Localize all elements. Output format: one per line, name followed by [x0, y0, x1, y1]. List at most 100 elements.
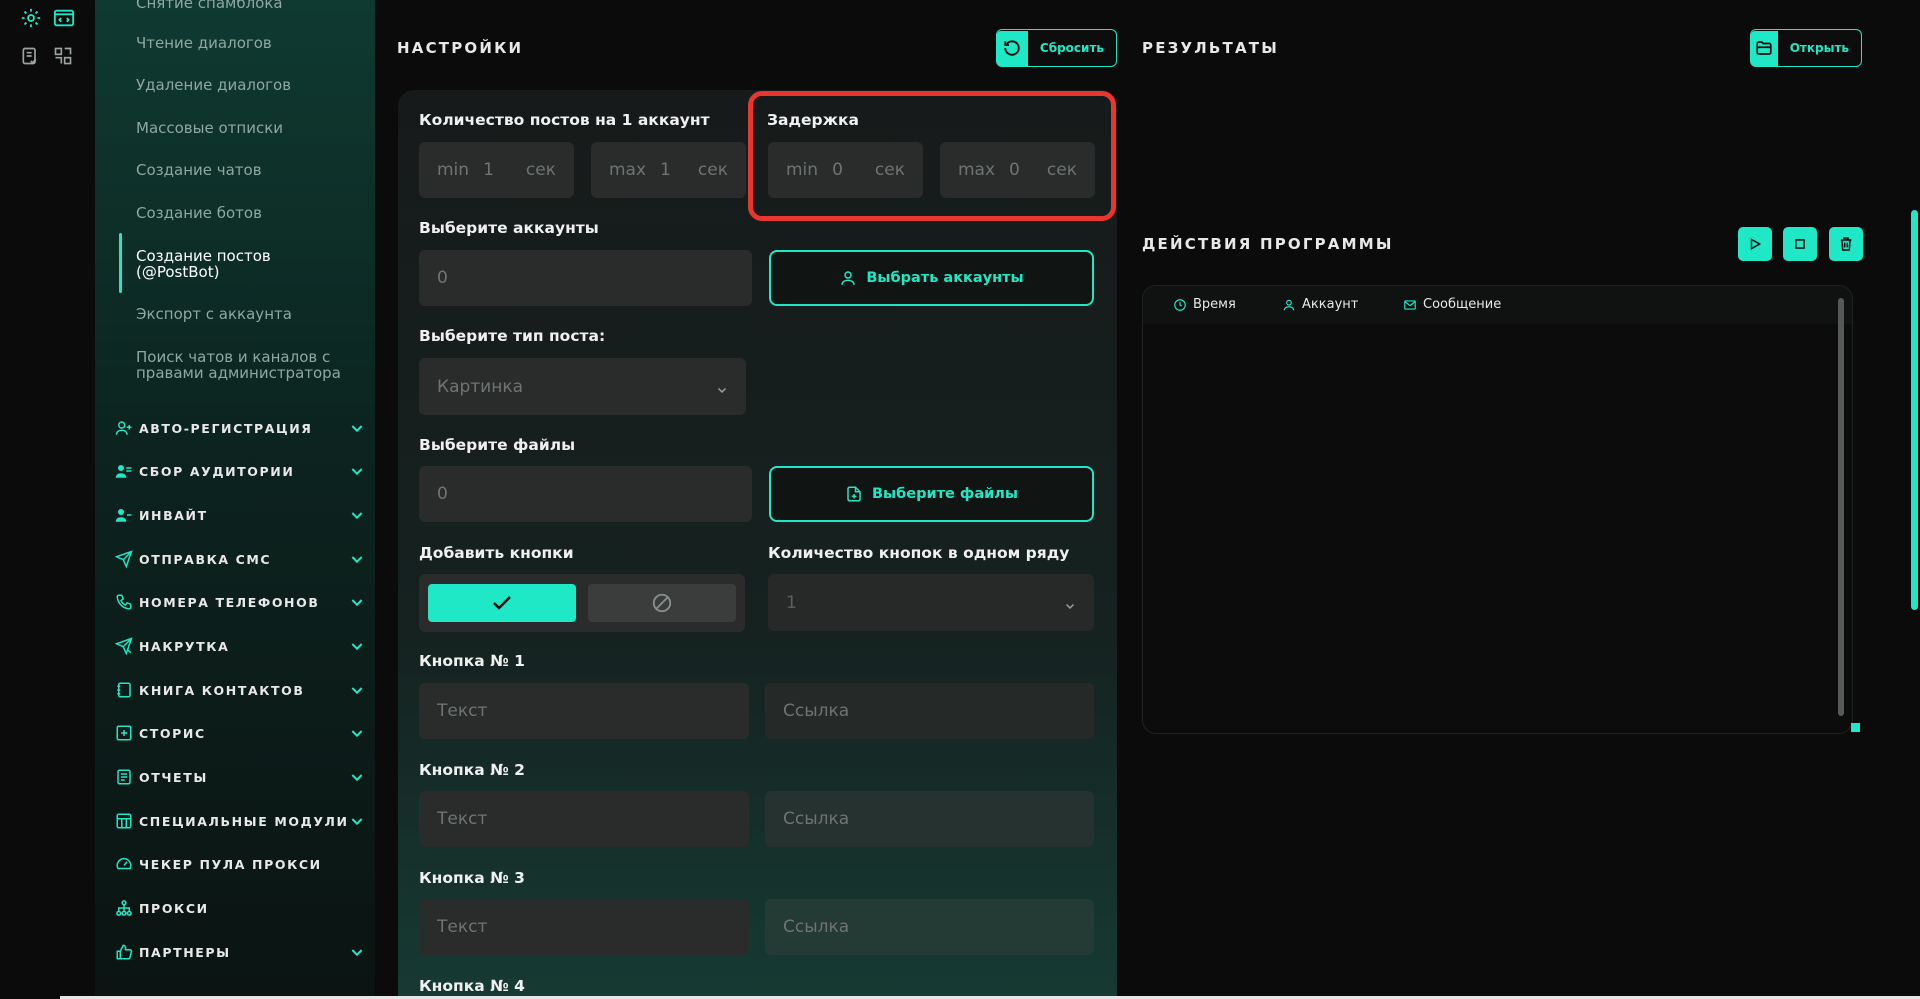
network-icon: [115, 899, 133, 917]
sidebar-category-proxy[interactable]: ПРОКСИ: [115, 897, 365, 919]
open-results-button[interactable]: Открыть: [1750, 29, 1862, 67]
select-accounts-button[interactable]: Выбрать аккаунты: [769, 250, 1094, 306]
button-4-label: Кнопка № 4: [419, 977, 525, 995]
modules-icon: [115, 812, 133, 830]
user-icon: [1283, 299, 1295, 310]
clear-log-button[interactable]: [1829, 227, 1863, 261]
sidebar-category-contacts-book[interactable]: КНИГА КОНТАКТОВ: [115, 679, 365, 701]
button-2-link-input[interactable]: Ссылка: [765, 791, 1094, 847]
sidebar-category-phone-numbers[interactable]: НОМЕРА ТЕЛЕФОНОВ: [115, 591, 365, 613]
sidebar-category-proxy-checker[interactable]: ЧЕКЕР ПУЛА ПРОКСИ: [115, 853, 365, 875]
buttons-per-row-select[interactable]: 1: [768, 574, 1094, 631]
chevron-down-icon: [1064, 597, 1076, 609]
posts-max-input[interactable]: max 1 сек: [591, 142, 746, 198]
code-window-icon[interactable]: [53, 7, 75, 29]
stop-icon: [1795, 239, 1805, 249]
delay-highlight-box: [748, 91, 1116, 221]
add-buttons-toggle: [419, 574, 745, 632]
sidebar-category-audience[interactable]: СБОР АУДИТОРИИ: [115, 460, 365, 482]
sidebar-subitem-create-posts[interactable]: Создание постов (@PostBot): [136, 248, 286, 280]
sidebar-category-stories[interactable]: СТОРИС: [115, 722, 365, 744]
clock-icon: [1174, 298, 1186, 311]
sidebar-category-invite[interactable]: ИНВАЙТ: [115, 504, 365, 526]
file-plus-icon: [847, 486, 861, 502]
button-2-text-input[interactable]: Текст: [419, 791, 749, 847]
chevron-down-icon: [349, 813, 365, 829]
post-type-select[interactable]: Картинка: [419, 358, 746, 415]
button-2-label: Кнопка № 2: [419, 761, 525, 779]
log-header: Время Аккаунт Сообщение: [1143, 286, 1852, 324]
sidebar-subitem-delete-dialogs[interactable]: Удаление диалогов: [136, 77, 366, 93]
select-files-button[interactable]: Выберите файлы: [769, 466, 1094, 522]
app-window: Снятие спамблока Чтение диалогов Удалени…: [0, 0, 1920, 999]
chevron-down-icon: [349, 638, 365, 654]
log-scrollbar[interactable]: [1838, 298, 1844, 716]
add-buttons-label: Добавить кнопки: [419, 544, 574, 562]
sidebar-subitem-create-chats[interactable]: Создание чатов: [136, 162, 366, 178]
post-type-label: Выберите тип поста:: [419, 327, 606, 345]
active-indicator: [119, 233, 122, 293]
column-message: Сообщение: [1403, 297, 1501, 312]
report-icon: [115, 768, 133, 786]
posts-per-account-label: Количество постов на 1 аккаунт: [419, 111, 710, 129]
stories-icon: [115, 724, 133, 742]
chevron-down-icon: [349, 551, 365, 567]
sidebar-category-sms[interactable]: ОТПРАВКА СМС: [114, 548, 365, 570]
chevron-down-icon: [349, 769, 365, 785]
button-1-text-input[interactable]: Текст: [419, 683, 749, 739]
accounts-count-field[interactable]: 0: [419, 250, 752, 306]
sidebar-category-boost[interactable]: НАКРУТКА: [114, 635, 365, 657]
trash-icon: [1840, 237, 1852, 251]
sidebar-category-special-modules[interactable]: СПЕЦИАЛЬНЫЕ МОДУЛИ: [115, 810, 365, 832]
button-3-text-input[interactable]: Текст: [419, 899, 749, 955]
button-1-label: Кнопка № 1: [419, 652, 525, 670]
checklist-icon[interactable]: [20, 46, 42, 68]
settings-title: НАСТРОЙКИ: [397, 39, 524, 57]
buttons-per-row-label: Количество кнопок в одном ряду: [768, 544, 1070, 562]
send-icon: [114, 550, 133, 569]
folder-open-icon: [1751, 30, 1778, 66]
sidebar-subitem-read-dialogs[interactable]: Чтение диалогов: [136, 35, 366, 51]
thumbs-up-icon: [115, 943, 133, 961]
chevron-down-icon: [349, 594, 365, 610]
contacts-book-icon: [115, 681, 133, 699]
sidebar-category-auto-registration[interactable]: АВТО-РЕГИСТРАЦИЯ: [115, 417, 365, 439]
sidebar-category-partners[interactable]: ПАРТНЕРЫ: [115, 941, 365, 963]
accounts-label: Выберите аккаунты: [419, 219, 599, 237]
user-add-icon: [115, 506, 133, 524]
grid-scan-icon[interactable]: [53, 46, 75, 68]
refresh-icon: [997, 30, 1028, 66]
chevron-down-icon: [349, 420, 365, 436]
reset-button[interactable]: Сбросить: [996, 29, 1117, 67]
sidebar-subitem-spamblock[interactable]: Снятие спамблока: [136, 0, 366, 11]
chevron-down-icon: [349, 725, 365, 741]
play-button[interactable]: [1738, 227, 1772, 261]
button-3-link-input[interactable]: Ссылка: [765, 899, 1094, 955]
column-account: Аккаунт: [1282, 297, 1358, 312]
settings-gear-icon[interactable]: [20, 7, 42, 29]
files-count-field[interactable]: 0: [419, 466, 752, 522]
gauge-icon: [115, 855, 133, 873]
toggle-yes-button[interactable]: [428, 584, 576, 622]
sidebar-subitem-search-admin-chats[interactable]: Поиск чатов и каналов с правами админист…: [136, 349, 351, 381]
button-1-link-input[interactable]: Ссылка: [765, 683, 1094, 739]
sidebar-category-reports[interactable]: ОТЧЕТЫ: [115, 766, 365, 788]
sidebar-subitem-mass-unsubscribe[interactable]: Массовые отписки: [136, 120, 366, 136]
chevron-down-icon: [349, 944, 365, 960]
stop-button[interactable]: [1783, 227, 1817, 261]
mail-icon: [1404, 299, 1416, 310]
chevron-down-icon: [716, 381, 728, 393]
sidebar-subitem-create-bots[interactable]: Создание ботов: [136, 205, 366, 221]
resize-handle-icon[interactable]: [1851, 723, 1860, 732]
actions-title: ДЕЙСТВИЯ ПРОГРАММЫ: [1142, 235, 1394, 253]
button-3-label: Кнопка № 3: [419, 869, 525, 887]
play-icon: [1750, 238, 1762, 250]
posts-min-input[interactable]: min 1 сек: [419, 142, 574, 198]
chevron-down-icon: [349, 682, 365, 698]
files-label: Выберите файлы: [419, 436, 576, 454]
actions-log: Время Аккаунт Сообщение: [1142, 285, 1853, 734]
page-scrollbar[interactable]: [1911, 210, 1918, 610]
toggle-no-button[interactable]: [588, 584, 736, 622]
chevron-down-icon: [349, 463, 365, 479]
sidebar-subitem-export-account[interactable]: Экспорт с аккаунта: [136, 306, 366, 322]
